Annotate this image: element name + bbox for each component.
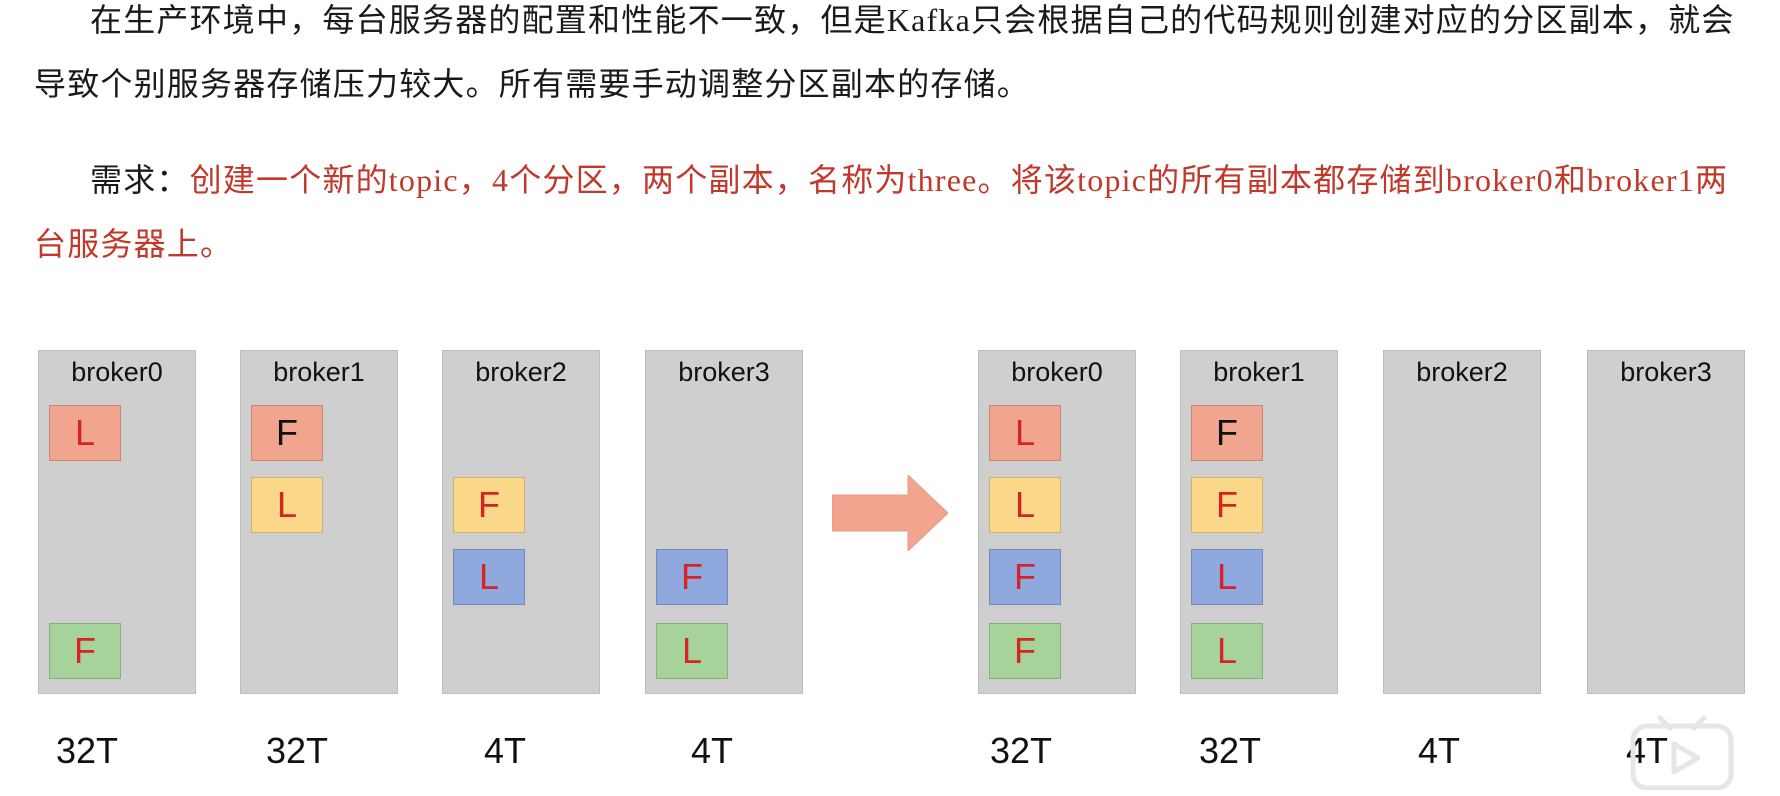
intro-paragraph: 在生产环境中，每台服务器的配置和性能不一致，但是Kafka只会根据自己的代码规则… — [34, 2, 1735, 102]
broker-capacity: 32T — [990, 730, 1053, 771]
broker-before-2: broker2 F L — [442, 350, 600, 694]
replica-l-red: L — [989, 405, 1061, 461]
broker-name: broker3 — [1620, 357, 1712, 387]
broker-capacity: 32T — [266, 730, 329, 771]
broker-after-0: broker0 L L F F — [978, 350, 1136, 694]
replica-f-green: F — [989, 623, 1061, 679]
replica-f-blue: F — [656, 549, 728, 605]
broker-name: broker1 — [1213, 357, 1305, 387]
requirement-text: 创建一个新的topic，4个分区，两个副本，名称为three。将该topic的所… — [34, 162, 1729, 262]
right-arrow-icon — [832, 475, 948, 551]
replica-l-green: L — [656, 623, 728, 679]
replica-l-yellow: L — [989, 477, 1061, 533]
replica-f-green: F — [49, 623, 121, 679]
broker-capacity: 4T — [484, 730, 527, 771]
broker-name: broker0 — [71, 357, 163, 387]
broker-capacity: 4T — [691, 730, 734, 771]
broker-name: broker3 — [678, 357, 770, 387]
play-tv-icon — [1630, 715, 1734, 790]
replica-f-red: F — [1191, 405, 1263, 461]
requirement-paragraph: 需求：创建一个新的topic，4个分区，两个副本，名称为three。将该topi… — [34, 148, 1750, 276]
broker-name: broker0 — [1011, 357, 1103, 387]
broker-capacity: 32T — [56, 730, 119, 771]
replica-l-blue: L — [453, 549, 525, 605]
replica-l-red: L — [49, 405, 121, 461]
replica-l-yellow: L — [251, 477, 323, 533]
broker-name: broker2 — [1416, 357, 1508, 387]
replica-l-blue: L — [1191, 549, 1263, 605]
requirement-label: 需求： — [90, 162, 190, 198]
broker-before-1: broker1 F L — [240, 350, 398, 694]
replica-f-yellow: F — [453, 477, 525, 533]
broker-name: broker1 — [273, 357, 365, 387]
broker-before-0: broker0 L F — [38, 350, 196, 694]
broker-after-2: broker2 — [1383, 350, 1541, 694]
broker-before-3: broker3 F L — [645, 350, 803, 694]
broker-after-1: broker1 F F L L — [1180, 350, 1338, 694]
replica-f-yellow: F — [1191, 477, 1263, 533]
replica-f-red: F — [251, 405, 323, 461]
broker-after-3: broker3 — [1587, 350, 1745, 694]
replica-l-green: L — [1191, 623, 1263, 679]
replica-f-blue: F — [989, 549, 1061, 605]
broker-capacity: 32T — [1199, 730, 1262, 771]
broker-capacity: 4T — [1418, 730, 1461, 771]
broker-name: broker2 — [475, 357, 567, 387]
